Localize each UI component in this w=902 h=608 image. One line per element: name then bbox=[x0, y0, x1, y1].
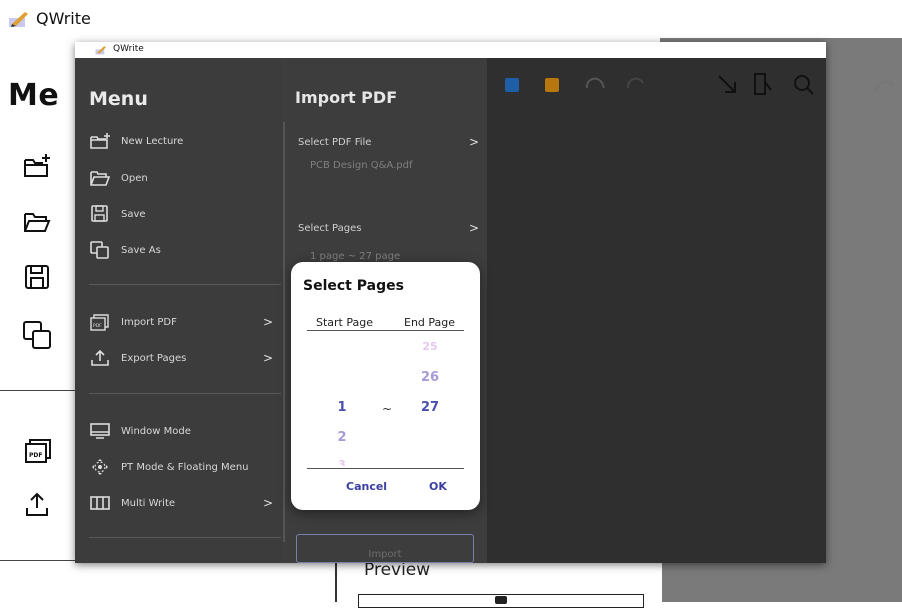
ok-button[interactable]: OK bbox=[429, 480, 447, 493]
cancel-button[interactable]: Cancel bbox=[346, 480, 387, 493]
chevron-right-icon[interactable]: > bbox=[469, 135, 479, 149]
menu-item-label: Multi Write bbox=[121, 497, 176, 509]
menu-divider bbox=[89, 537, 281, 538]
app-logo-icon bbox=[95, 46, 106, 55]
menu-divider bbox=[89, 393, 281, 394]
inner-title-bar: QWrite bbox=[75, 42, 826, 58]
menu-item-open[interactable]: Open bbox=[89, 166, 279, 190]
selected-file-name: PCB Design Q&A.pdf bbox=[310, 160, 413, 171]
start-page-header: Start Page bbox=[316, 316, 373, 329]
dialog-title: Select Pages bbox=[303, 278, 404, 294]
new-folder-icon[interactable] bbox=[22, 152, 52, 182]
save-as-icon bbox=[90, 241, 109, 259]
select-pdf-file-label[interactable]: Select PDF File bbox=[298, 137, 371, 148]
select-icon[interactable] bbox=[751, 72, 777, 96]
canvas-panel bbox=[487, 58, 826, 563]
end-page-header: End Page bbox=[404, 316, 456, 329]
menu-item-window-mode[interactable]: Window Mode bbox=[89, 419, 279, 443]
menu-item-label: Save bbox=[121, 208, 146, 220]
preview-label: Preview bbox=[364, 560, 431, 580]
chevron-right-icon[interactable]: > bbox=[469, 221, 479, 235]
range-separator: ~ bbox=[382, 402, 393, 416]
outer-title-bar: QWrite bbox=[0, 0, 902, 38]
sidebar-divider bbox=[0, 390, 75, 391]
preview-handle bbox=[495, 596, 507, 604]
svg-text:PDF: PDF bbox=[93, 323, 102, 329]
menu-title: Menu bbox=[89, 88, 148, 110]
header-divider bbox=[307, 330, 464, 331]
menu-item-multi-write[interactable]: Multi Write > bbox=[89, 491, 279, 515]
color-blue-swatch[interactable] bbox=[505, 78, 519, 92]
save-icon[interactable] bbox=[22, 262, 52, 292]
start-page-option[interactable]: 2 bbox=[327, 430, 357, 445]
save-icon bbox=[91, 205, 108, 222]
menu-item-export-pages[interactable]: Export Pages > bbox=[89, 346, 279, 370]
redo-icon[interactable] bbox=[868, 74, 902, 104]
start-page-selected[interactable]: 1 bbox=[327, 400, 357, 415]
export-icon[interactable] bbox=[22, 490, 52, 520]
menu-item-label: Export Pages bbox=[121, 352, 187, 364]
select-pages-label[interactable]: Select Pages bbox=[298, 223, 361, 234]
menu-item-label: Window Mode bbox=[121, 425, 191, 437]
outer-menu-heading: Me bbox=[8, 78, 60, 113]
menu-item-label: New Lecture bbox=[121, 135, 184, 147]
selected-pages-value: 1 page ~ 27 page bbox=[310, 251, 401, 262]
menu-item-import-pdf[interactable]: PDF Import PDF > bbox=[89, 310, 279, 334]
menu-item-save[interactable]: Save bbox=[89, 202, 279, 226]
end-page-selected[interactable]: 27 bbox=[415, 400, 445, 415]
end-page-option[interactable]: 25 bbox=[415, 340, 445, 353]
menu-divider bbox=[89, 284, 281, 285]
folder-open-icon[interactable] bbox=[22, 207, 52, 237]
chevron-right-icon: > bbox=[262, 496, 273, 510]
color-orange-swatch[interactable] bbox=[545, 78, 559, 92]
end-page-option[interactable]: 26 bbox=[415, 370, 445, 385]
inner-window-title: QWrite bbox=[113, 44, 144, 54]
redo-icon[interactable] bbox=[623, 72, 649, 96]
menu-item-label: PT Mode & Floating Menu bbox=[121, 461, 249, 473]
monitor-icon bbox=[90, 423, 110, 439]
chevron-right-icon: > bbox=[262, 351, 273, 365]
sidebar-divider bbox=[0, 560, 75, 561]
menu-item-label: Import PDF bbox=[121, 316, 177, 328]
menu-item-new-lecture[interactable]: New Lecture bbox=[89, 129, 279, 153]
move-icon bbox=[92, 459, 108, 475]
app-title: QWrite bbox=[36, 9, 91, 28]
select-pages-dialog: Select Pages Start Page End Page 25 26 2… bbox=[291, 262, 480, 510]
pdf-icon[interactable]: PDF bbox=[22, 436, 52, 466]
arrow-icon[interactable] bbox=[715, 72, 741, 96]
menu-item-label: Open bbox=[121, 172, 148, 184]
pdf-icon: PDF bbox=[90, 314, 109, 331]
chevron-right-icon: > bbox=[262, 315, 273, 329]
svg-text:PDF: PDF bbox=[29, 452, 42, 459]
undo-icon[interactable] bbox=[583, 72, 609, 96]
new-folder-icon bbox=[90, 133, 110, 149]
import-button-label: Import bbox=[368, 549, 402, 560]
search-icon[interactable] bbox=[791, 72, 817, 96]
menu-item-label: Save As bbox=[121, 244, 161, 256]
import-pdf-title: Import PDF bbox=[295, 88, 398, 107]
import-button[interactable]: Import bbox=[296, 534, 474, 563]
columns-icon bbox=[90, 496, 110, 510]
app-logo-icon bbox=[9, 12, 28, 27]
menu-item-pt-mode[interactable]: PT Mode & Floating Menu bbox=[89, 455, 279, 479]
export-icon bbox=[91, 349, 109, 366]
folder-open-icon bbox=[90, 171, 111, 186]
save-as-icon[interactable] bbox=[22, 320, 52, 350]
start-page-option[interactable]: 3 bbox=[327, 458, 357, 466]
footer-divider bbox=[307, 468, 464, 469]
menu-item-save-as[interactable]: Save As bbox=[89, 238, 279, 262]
